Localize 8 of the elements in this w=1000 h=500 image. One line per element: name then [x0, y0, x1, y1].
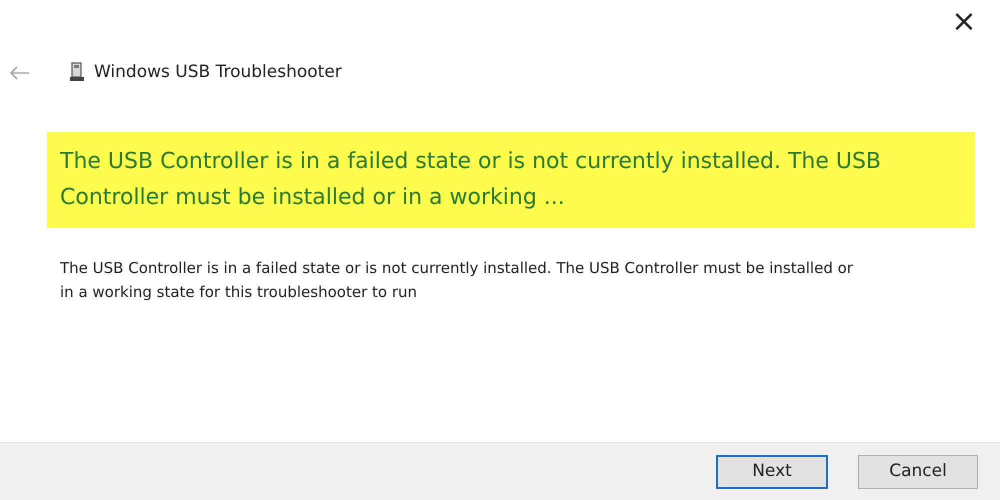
usb-device-icon: [68, 62, 86, 84]
dialog-button[interactable]: Cancel: [858, 454, 978, 488]
window-title: Windows USB Troubleshooter: [94, 61, 342, 84]
highlighted-message: The USB Controller is in a failed state or is not currently installed. The USB Controller must be installed or in a working ...: [47, 132, 975, 228]
dialog-button[interactable]: Next: [716, 454, 828, 488]
error-description: The USB Controller is in a failed state or is not currently installed. The USB Controller must be installed or in a working state for this troubleshooter to run: [60, 258, 854, 303]
close-button[interactable]: ×: [942, 2, 986, 42]
back-arrow-icon[interactable]: [8, 65, 30, 81]
